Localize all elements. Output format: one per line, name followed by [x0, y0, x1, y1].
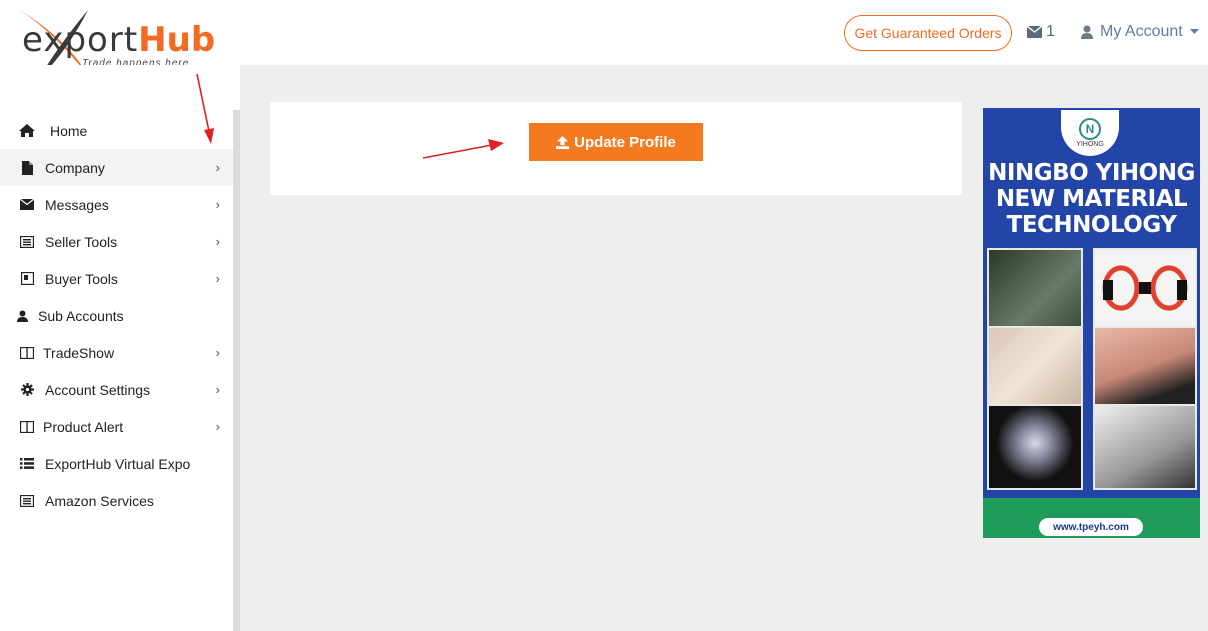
sidebar-item-buyer-tools[interactable]: Buyer Tools ›	[0, 260, 233, 297]
sidebar-item-label: ExportHub Virtual Expo	[45, 455, 191, 472]
sidebar-item-messages[interactable]: Messages ›	[0, 186, 233, 223]
sidebar-item-sub-accounts[interactable]: Sub Accounts	[0, 297, 233, 334]
sidebar-menu: Home Company › Messages › Seller Tools ›…	[0, 112, 233, 519]
ad-photo-resistance-band	[1093, 248, 1197, 332]
list-alt-icon	[19, 494, 35, 508]
sidebar-item-label: Product Alert	[43, 418, 124, 435]
sidebar-item-label: Home	[50, 122, 88, 139]
envelope-icon	[1027, 26, 1042, 38]
book-icon	[19, 272, 35, 286]
my-account-label: My Account	[1100, 23, 1183, 40]
sidebar-item-company[interactable]: Company ›	[0, 149, 233, 186]
chevron-right-icon: ›	[215, 345, 220, 360]
chevron-right-icon: ›	[215, 160, 220, 175]
chevron-right-icon: ›	[215, 419, 220, 434]
ad-logo-text: YIHONG	[1076, 141, 1104, 148]
list-icon	[19, 457, 35, 471]
logo-wordmark: exportHub	[22, 20, 216, 60]
sidebar-item-account-settings[interactable]: Account Settings ›	[0, 371, 233, 408]
message-count: 1	[1046, 23, 1055, 40]
file-icon	[19, 160, 35, 175]
upload-icon	[556, 135, 570, 149]
envelope-icon	[19, 198, 35, 212]
columns-icon	[19, 346, 35, 360]
sidebar-item-label: Messages	[45, 196, 109, 213]
sidebar-item-label: Buyer Tools	[45, 270, 118, 287]
chevron-right-icon: ›	[215, 234, 220, 249]
sidebar-item-label: TradeShow	[43, 344, 115, 361]
ad-photo-car-door	[987, 248, 1083, 332]
yihong-logo-icon: N	[1079, 118, 1101, 140]
ad-photo-hands	[987, 326, 1083, 408]
sidebar-item-label: Account Settings	[45, 381, 151, 398]
chevron-right-icon: ›	[215, 197, 220, 212]
sidebar-item-label: Seller Tools	[45, 233, 118, 250]
get-guaranteed-orders-button[interactable]: Get Guaranteed Orders	[844, 15, 1012, 51]
sidebar-item-label: Sub Accounts	[38, 307, 124, 324]
ad-headline: NINGBO YIHONG NEW MATERIAL TECHNOLOGY	[988, 160, 1195, 238]
messages-link[interactable]: 1	[1027, 23, 1055, 41]
sidebar-item-label: Amazon Services	[45, 492, 154, 509]
list-alt-icon	[19, 235, 35, 249]
sidebar-item-virtual-expo[interactable]: ExportHub Virtual Expo	[0, 445, 233, 482]
ad-banner[interactable]: N YIHONG NINGBO YIHONG NEW MATERIAL TECH…	[983, 108, 1200, 538]
columns-icon	[19, 420, 35, 434]
ad-url[interactable]: www.tpeyh.com	[1039, 518, 1143, 536]
gear-icon	[19, 383, 35, 397]
ad-photo-tubes	[1093, 326, 1197, 408]
sidebar-scrollbar[interactable]	[233, 110, 240, 631]
ad-photo-seals	[1093, 404, 1197, 490]
sidebar-item-amazon-services[interactable]: Amazon Services	[0, 482, 233, 519]
sidebar-item-label: Company	[45, 159, 105, 176]
annotation-arrow-down-icon	[196, 73, 214, 144]
update-profile-button[interactable]: Update Profile	[529, 123, 703, 161]
chevron-right-icon: ›	[215, 382, 220, 397]
sidebar-item-tradeshow[interactable]: TradeShow ›	[0, 334, 233, 371]
my-account-dropdown[interactable]: My Account	[1081, 23, 1199, 41]
ad-brand-logo: N YIHONG	[1061, 110, 1119, 156]
ad-photo-granules	[987, 404, 1083, 490]
user-icon	[17, 309, 28, 323]
chevron-right-icon: ›	[215, 271, 220, 286]
annotation-arrow-right-icon	[422, 139, 504, 159]
sidebar-item-seller-tools[interactable]: Seller Tools ›	[0, 223, 233, 260]
top-header: exportHub Trade happens here. Get Guaran…	[0, 0, 1208, 80]
home-icon	[19, 124, 35, 138]
sidebar-item-product-alert[interactable]: Product Alert ›	[0, 408, 233, 445]
user-icon	[1081, 25, 1093, 39]
update-profile-label: Update Profile	[574, 133, 676, 151]
caret-down-icon	[1189, 29, 1199, 34]
